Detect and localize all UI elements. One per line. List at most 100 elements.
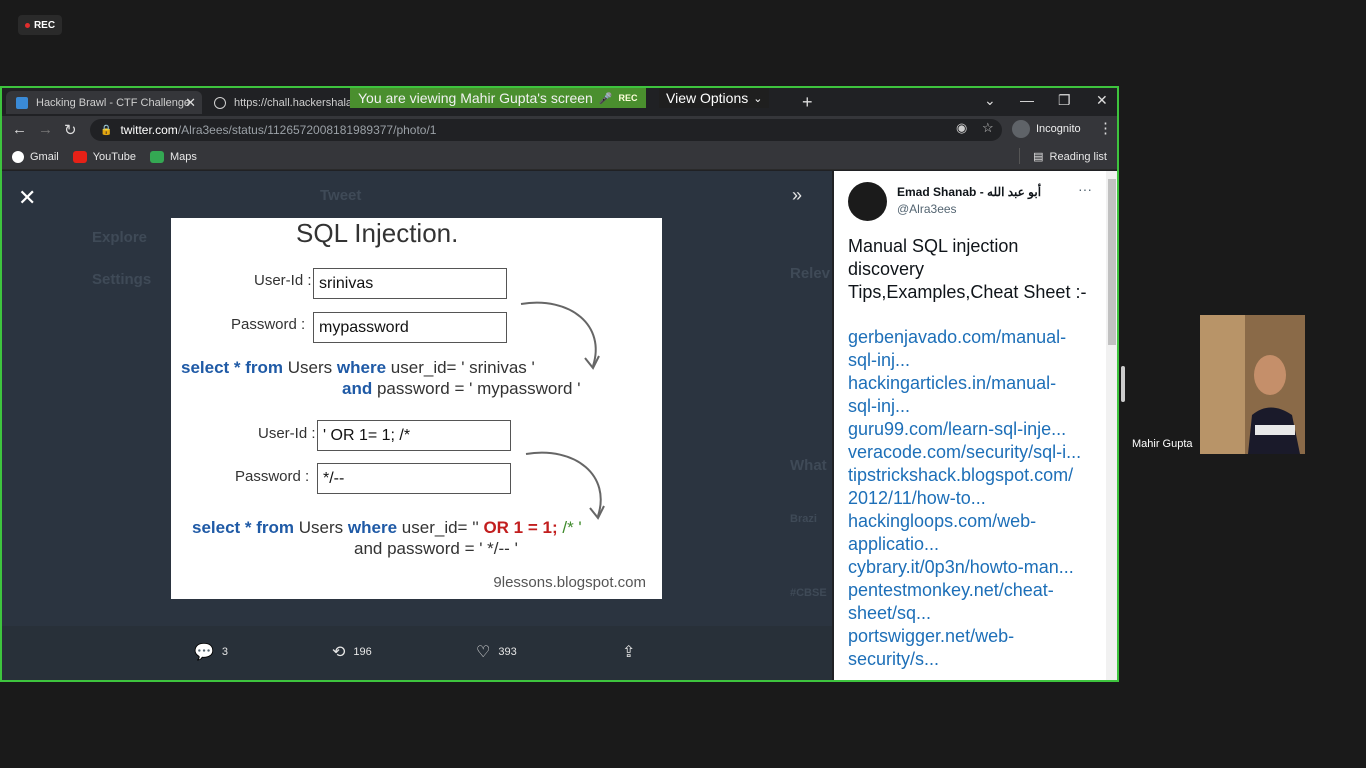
tweet-link[interactable]: veracode.com/security/sql-i... (848, 441, 1098, 464)
user-id-field-1: srinivas (313, 268, 507, 299)
sql-keyword: where (336, 358, 387, 377)
ghost-brazil: Brazi (790, 513, 817, 525)
reading-list-button[interactable]: ▤ Reading list (1019, 148, 1107, 164)
reply-icon: 💬 (194, 644, 214, 661)
menu-kebab-icon[interactable]: ⋮ (1098, 119, 1113, 137)
shared-screen: Hacking Brawl - CTF Challenge ✕ https://… (0, 86, 1119, 682)
share-icon: ⇪ (622, 644, 636, 661)
sql-keyword: and (342, 379, 373, 398)
mic-muted-icon: 🎤 (598, 92, 613, 105)
participant-video[interactable] (1200, 315, 1305, 454)
author-handle[interactable]: @Alra3ees (897, 202, 957, 216)
sql-injection: OR 1 = 1; (483, 518, 558, 537)
curved-arrow-icon (525, 451, 605, 520)
tab-strip: Hacking Brawl - CTF Challenge ✕ https://… (2, 88, 1117, 114)
reading-list-label: Reading list (1049, 150, 1107, 163)
tweet-panel-scrollbar[interactable] (1106, 171, 1117, 680)
tweet-link[interactable]: tipstrickshack.blogspot.com/ (848, 464, 1098, 487)
sql-table: Users (287, 358, 333, 377)
reply-button[interactable]: 💬 3 (194, 642, 228, 662)
youtube-icon (72, 150, 87, 163)
bookmarks-bar: Gmail YouTube Maps ▤ Reading list (2, 144, 1117, 170)
google-icon (12, 150, 24, 163)
lock-icon: 🔒 (100, 124, 113, 136)
reload-icon[interactable]: ↻ (64, 121, 77, 139)
bookmark-label: Maps (169, 150, 197, 163)
tweet-link[interactable]: cybrary.it/0p3n/howto-man... (848, 556, 1098, 579)
tweet-link[interactable]: sheet/sq... (848, 602, 1098, 625)
tweet-link[interactable]: gerbenjavado.com/manual- (848, 326, 1098, 349)
author-name[interactable]: Emad Shanab - أبو عبد الله (897, 185, 1041, 199)
reading-list-icon: ▤ (1033, 151, 1044, 163)
tweet-actions-bar: 💬 3 ⟲ 196 ♡ 393 ⇪ (2, 626, 832, 680)
retweet-button[interactable]: ⟲ 196 (332, 642, 372, 662)
ghost-tweet-header: Tweet (320, 187, 362, 204)
close-tab-icon[interactable]: ✕ (185, 95, 196, 111)
tweet-link[interactable]: sql-inj... (848, 349, 1098, 372)
tweet-link[interactable]: 2012/11/how-to... (848, 487, 1098, 510)
like-count: 393 (498, 646, 517, 658)
photo-title: SQL Injection. (296, 218, 459, 248)
bookmark-star-icon[interactable]: ☆ (982, 120, 994, 136)
tracking-off-icon[interactable]: ◉ (956, 120, 967, 136)
ghost-relevant: Relev (790, 265, 831, 282)
new-tab-icon[interactable]: + (802, 92, 813, 113)
tab-search-icon[interactable]: ⌄ (984, 92, 996, 109)
sql-keyword: where (347, 518, 398, 537)
expand-panel-icon[interactable]: » (792, 185, 802, 206)
gallery-resize-handle[interactable] (1121, 366, 1125, 402)
bookmark-label: Gmail (30, 150, 59, 163)
address-bar-row: ← → ↻ 🔒 twitter.com /Alra3ees/status/112… (2, 116, 1117, 144)
minimize-icon[interactable]: — (1020, 92, 1034, 108)
recording-indicator[interactable]: REC (18, 15, 62, 35)
heart-icon: ♡ (476, 644, 491, 661)
user-id-field-2: ' OR 1= 1; /* (317, 420, 511, 451)
tweet-link[interactable]: hackingarticles.in/manual- (848, 372, 1098, 395)
author-avatar[interactable] (848, 182, 887, 221)
restore-icon[interactable]: ❐ (1058, 92, 1071, 109)
sql-keyword: select * from (181, 358, 284, 377)
more-options-icon[interactable]: ··· (1078, 181, 1092, 197)
banner-rec-label: REC (618, 93, 638, 103)
incognito-badge[interactable]: Incognito (1012, 120, 1081, 138)
chevron-down-icon: ⌄ (753, 92, 763, 105)
tweet-link[interactable]: portswigger.net/web- (848, 625, 1098, 648)
tweet-text: Manual SQL injection discovery Tips,Exam… (848, 236, 1087, 302)
view-options-button[interactable]: View Options ⌄ (659, 88, 770, 108)
tweet-link[interactable]: security/s... (848, 648, 1098, 671)
like-button[interactable]: ♡ 393 (476, 642, 517, 662)
tweet-link[interactable]: hackingloops.com/web- (848, 510, 1098, 533)
url-bar[interactable]: 🔒 twitter.com /Alra3ees/status/112657200… (90, 119, 1002, 141)
ghost-cbse: #CBSE (790, 587, 827, 599)
browser-tab-active[interactable]: Hacking Brawl - CTF Challenge ✕ (6, 91, 202, 114)
incognito-icon (1012, 120, 1030, 138)
password-label-1: Password : (231, 316, 306, 333)
participant-video-frame (1200, 315, 1305, 454)
bookmark-youtube[interactable]: YouTube (72, 150, 136, 163)
tweet-photo: SQL Injection. User-Id : srinivas Passwo… (171, 218, 662, 599)
close-window-icon[interactable]: ✕ (1096, 92, 1108, 109)
query-1-line-1: select * from Users where user_id= ' sri… (181, 358, 535, 378)
retweet-icon: ⟲ (332, 644, 346, 661)
screen-share-banner: You are viewing Mahir Gupta's screen 🎤 R… (350, 88, 646, 108)
scrollbar-thumb[interactable] (1108, 179, 1116, 345)
back-icon[interactable]: ← (12, 121, 27, 138)
sql-condition: password = ' mypassword ' (376, 379, 581, 398)
tweet-link[interactable]: sql-inj... (848, 395, 1098, 418)
ghost-whats: What (790, 457, 827, 474)
sql-keyword: select * from (192, 518, 295, 537)
user-id-label-1: User-Id : (254, 272, 312, 289)
forward-icon[interactable]: → (38, 121, 53, 138)
site-favicon-icon (16, 96, 28, 109)
tweet-link[interactable]: guru99.com/learn-sql-inje... (848, 418, 1098, 441)
globe-icon (214, 96, 226, 109)
close-viewer-icon[interactable]: ✕ (18, 185, 36, 211)
tweet-link[interactable]: pentestmonkey.net/cheat- (848, 579, 1098, 602)
password-field-2: */-- (317, 463, 511, 494)
viewing-label: You are viewing Mahir Gupta's screen (358, 90, 593, 106)
tweet-link[interactable]: applicatio... (848, 533, 1098, 556)
query-2-line-1: select * from Users where user_id= '' OR… (192, 518, 582, 538)
share-button[interactable]: ⇪ (622, 642, 635, 662)
bookmark-maps[interactable]: Maps (149, 150, 197, 163)
bookmark-gmail[interactable]: Gmail (12, 150, 59, 163)
